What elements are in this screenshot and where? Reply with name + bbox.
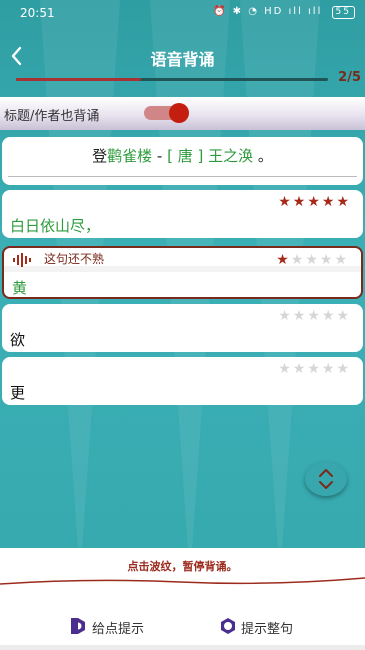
- poem-dynasty: [ 唐 ]: [167, 147, 204, 165]
- hint-point-label: 给点提示: [92, 622, 145, 637]
- title-author-switch[interactable]: [144, 103, 189, 123]
- star-filled-icon: ★: [276, 252, 291, 268]
- poem-line-card[interactable]: ★★★★★ 欲: [2, 304, 363, 352]
- star-filled-icon: ★: [307, 194, 322, 210]
- battery-icon: 55: [331, 6, 355, 19]
- footer-toolbar: 给点提示 提示整句: [0, 600, 365, 650]
- star-filled-icon: ★: [321, 194, 337, 210]
- poem-title-card: 登鹳雀楼 - [ 唐 ] 王之涣 。: [2, 137, 363, 185]
- hint-full-label: 提示整句: [241, 622, 294, 637]
- scroll-toggle-button[interactable]: [305, 462, 347, 496]
- poem-line-card-active[interactable]: 这句还不熟 ★★★★★ 黄: [2, 246, 363, 299]
- title-separator: -: [152, 147, 168, 165]
- sound-wave-icon[interactable]: [12, 253, 34, 267]
- progress-fill: [16, 78, 141, 81]
- star-empty-icon: ★: [334, 252, 349, 268]
- home-indicator: [0, 645, 365, 650]
- unfamiliar-note: 这句还不熟: [44, 252, 105, 266]
- poem-line-card[interactable]: ★★★★★ 白日依山尽，: [2, 190, 363, 238]
- star-filled-icon: ★: [292, 194, 308, 210]
- progress-bar: [16, 78, 328, 81]
- title-author-toggle-row: 标题/作者也背诵: [0, 97, 365, 130]
- toggle-label: 标题/作者也背诵: [4, 109, 100, 124]
- star-empty-icon: ★: [292, 308, 308, 324]
- rating-stars: ★★★★★: [278, 308, 351, 324]
- poem-line-text: 白日依山尽，: [10, 217, 101, 235]
- poem-line-text: 欲: [10, 331, 26, 349]
- rating-stars: ★★★★★: [278, 194, 351, 210]
- star-empty-icon: ★: [319, 252, 335, 268]
- rating-stars: ★★★★★: [276, 252, 349, 268]
- progress-label: 2/5: [338, 70, 361, 85]
- star-empty-icon: ★: [321, 308, 337, 324]
- nav-bar: 语音背诵: [0, 38, 365, 74]
- switch-knob: [169, 103, 189, 123]
- rating-stars: ★★★★★: [278, 361, 351, 377]
- status-time: 20:51: [20, 6, 55, 20]
- star-empty-icon: ★: [292, 361, 308, 377]
- poem-line-card[interactable]: ★★★★★ 更: [2, 357, 363, 405]
- star-empty-icon: ★: [336, 361, 351, 377]
- star-empty-icon: ★: [307, 361, 322, 377]
- poem-author: 王之涣: [203, 147, 258, 165]
- gear-hint-icon: [221, 618, 235, 634]
- star-empty-icon: ★: [278, 361, 293, 377]
- poem-line-text: 黄: [12, 279, 28, 297]
- star-empty-icon: ★: [305, 252, 320, 268]
- pause-hint-text: 点击波纹，暂停背诵。: [127, 560, 238, 573]
- page-title: 语音背诵: [150, 50, 215, 69]
- star-filled-icon: ★: [336, 194, 351, 210]
- bulb-hint-icon: [71, 618, 85, 634]
- poem-title: 鹳雀楼: [107, 147, 153, 165]
- title-suffix: 。: [257, 147, 273, 165]
- status-icons: ⏰ ✱ ◔ HD ıll ıll 55: [213, 6, 355, 19]
- star-empty-icon: ★: [290, 252, 306, 268]
- chevron-up-down-icon: [319, 469, 333, 489]
- hint-strip: 点击波纹，暂停背诵。: [0, 548, 365, 588]
- star-empty-icon: ★: [336, 308, 351, 324]
- star-filled-icon: ★: [278, 194, 293, 210]
- star-empty-icon: ★: [321, 361, 337, 377]
- status-icons-text: ⏰ ✱ ◔ HD ıll ıll: [213, 6, 323, 17]
- star-empty-icon: ★: [307, 308, 322, 324]
- title-divider: [8, 176, 357, 177]
- title-prefix: 登: [92, 147, 108, 165]
- status-bar: 20:51 ⏰ ✱ ◔ HD ıll ıll 55: [0, 0, 365, 26]
- poem-line-text: 更: [10, 384, 26, 402]
- poem-title-line: 登鹳雀楼 - [ 唐 ] 王之涣 。: [2, 145, 363, 166]
- star-empty-icon: ★: [278, 308, 293, 324]
